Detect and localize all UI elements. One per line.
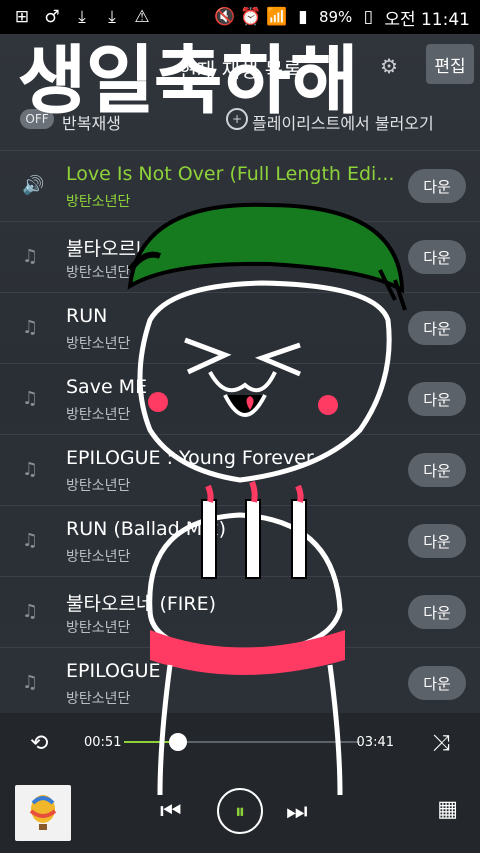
track-artist: 방탄소년단 <box>66 549 131 565</box>
battery-percent: 89% <box>318 8 353 26</box>
alarm-icon: ⏰ <box>240 7 262 27</box>
track-title: RUN <box>66 305 108 327</box>
list-item[interactable]: 🔊 Love Is Not Over (Full Length Edi... 방… <box>0 150 480 221</box>
mute-icon: 🔇 <box>214 7 236 27</box>
download-icon: ⤓ <box>78 7 86 27</box>
list-item[interactable]: ♫ EPILOGUE : Young Forever 방탄소년단 다운 <box>0 434 480 505</box>
track-artist: 방탄소년단 <box>66 265 131 281</box>
track-artist: 방탄소년단 <box>66 407 131 423</box>
download-button[interactable]: 다운 <box>408 524 466 558</box>
gear-icon[interactable]: ⚙ <box>380 54 398 78</box>
track-title: Love Is Not Over (Full Length Edi... <box>66 163 395 185</box>
list-item[interactable]: ♫ 불타오르네 방탄소년단 다운 <box>0 221 480 292</box>
track-title: 불타오르네 <box>66 238 154 260</box>
track-title: 불타오르네 (FIRE) <box>66 593 217 615</box>
notification-icons: ⊞ ♂ ⤓ ⤓ ⚠ <box>0 7 152 27</box>
download-button[interactable]: 다운 <box>408 311 466 345</box>
music-note-icon: ♫ <box>22 530 39 551</box>
page-title: 현재 재생 목록 <box>178 58 302 82</box>
track-artist: 방탄소년단 <box>66 691 131 707</box>
plus-circle-icon[interactable]: + <box>226 108 248 130</box>
download-button[interactable]: 다운 <box>408 240 466 274</box>
track-artist: 방탄소년단 <box>66 620 131 636</box>
speaker-icon: 🔊 <box>22 175 45 196</box>
track-title: RUN (Ballad Mix) <box>66 518 227 540</box>
add-icon: ⊞ <box>14 7 30 27</box>
music-note-icon: ♫ <box>22 672 39 693</box>
shuffle-icon[interactable]: ⤨ <box>432 731 450 756</box>
track-artist: 방탄소년단 <box>66 336 131 352</box>
list-item[interactable]: ♫ Save ME 방탄소년단 다운 <box>0 363 480 434</box>
next-icon[interactable]: ⏭ <box>286 797 308 825</box>
track-title: Save ME <box>66 376 148 398</box>
download-button[interactable]: 다운 <box>408 453 466 487</box>
list-item[interactable]: ♫ RUN (Ballad Mix) 방탄소년단 다운 <box>0 505 480 576</box>
music-note-icon: ♫ <box>22 388 39 409</box>
download-button[interactable]: 다운 <box>408 595 466 629</box>
header: 현재 재생 목록 ⚙ 편집 <box>0 34 480 98</box>
grid-menu-icon[interactable]: ▦ <box>437 797 458 822</box>
download-button[interactable]: 다운 <box>408 666 466 700</box>
track-title: EPILOGUE <box>66 660 161 682</box>
repeat-icon[interactable]: ⟲ <box>30 731 48 756</box>
previous-icon[interactable]: ⏮ <box>160 797 182 825</box>
battery-icon: ▯ <box>363 7 373 27</box>
download-icon: ⤓ <box>108 7 116 27</box>
track-artist: 방탄소년단 <box>66 478 131 494</box>
list-item[interactable]: ♫ RUN 방탄소년단 다운 <box>0 292 480 363</box>
music-note-icon: ♫ <box>22 317 39 338</box>
clock: 오전 11:41 <box>384 9 470 30</box>
music-note-icon: ♫ <box>22 601 39 622</box>
list-item[interactable]: ♫ EPILOGUE 방탄소년단 다운 <box>0 647 480 718</box>
album-art[interactable] <box>15 785 71 841</box>
load-playlist-link[interactable]: 플레이리스트에서 불러오기 <box>252 110 434 134</box>
list-item[interactable]: ♫ 불타오르네 (FIRE) 방탄소년단 다운 <box>0 576 480 647</box>
balloon-icon <box>29 795 57 830</box>
progress-bar[interactable] <box>124 733 360 751</box>
signal-icon: ▮ <box>298 7 308 27</box>
progress-knob[interactable] <box>169 733 188 751</box>
status-bar: ⊞ ♂ ⤓ ⤓ ⚠ 🔇 ⏰ 📶 ▮ 89% ▯ 오전 11:41 <box>0 0 480 34</box>
repeat-toggle[interactable]: OFF <box>20 109 54 129</box>
track-artist: 방탄소년단 <box>66 194 131 210</box>
wifi-icon: 📶 <box>266 7 288 27</box>
download-button[interactable]: 다운 <box>408 382 466 416</box>
edit-button[interactable]: 편집 <box>426 44 474 84</box>
sub-toolbar: OFF 반복재생 + 플레이리스트에서 불러오기 <box>0 98 480 146</box>
track-title: EPILOGUE : Young Forever <box>66 447 314 469</box>
current-time: 00:51 <box>84 735 122 750</box>
music-note-icon: ♫ <box>22 246 39 267</box>
music-note-icon: ♫ <box>22 459 39 480</box>
player-bar: ⟲ 00:51 03:41 ⤨ ⏮ ⏸ ⏭ ▦ <box>0 713 480 853</box>
download-button[interactable]: 다운 <box>408 169 466 203</box>
total-time: 03:41 <box>356 735 394 750</box>
pause-button[interactable]: ⏸ <box>217 788 263 834</box>
male-symbol-icon: ♂ <box>44 7 60 27</box>
playlist: 🔊 Love Is Not Over (Full Length Edi... 방… <box>0 150 480 718</box>
repeat-label: 반복재생 <box>62 114 121 133</box>
system-status: 🔇 ⏰ 📶 ▮ 89% ▯ 오전 11:41 <box>214 5 480 30</box>
warning-icon: ⚠ <box>134 7 150 27</box>
